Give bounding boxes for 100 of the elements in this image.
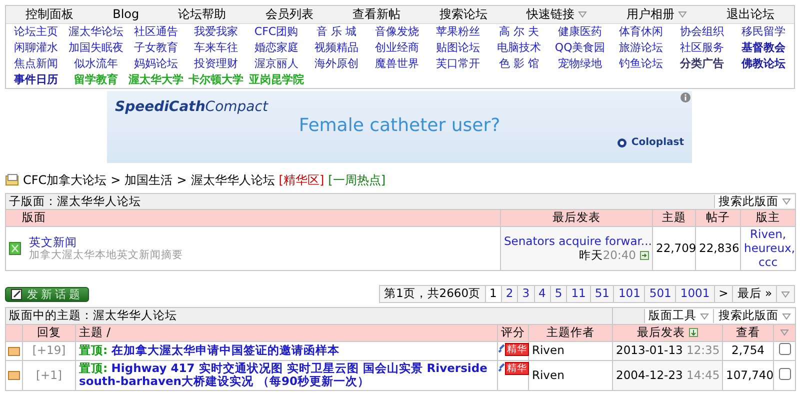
last-post-time: 2004-12-23 14:45 [616,368,720,382]
nav-link[interactable]: 社区通告 [134,24,178,40]
breadcrumb-separator: > [176,172,187,188]
nav-link[interactable]: 佛教论坛 [741,56,786,72]
tag-link[interactable]: [一周热点] [328,172,386,188]
column-header: 主题作者 [546,325,594,340]
nav-link[interactable]: 似水流年 [74,56,118,72]
forum-name[interactable]: 英文新闻 [29,236,183,250]
forum-description: 加拿大渥太华本地英文新闻摘要 [29,249,183,262]
new-topic-button[interactable]: 发新话题 [5,286,89,302]
column-header: 版主 [740,210,796,227]
column-header: 回复 [37,325,61,340]
column-header: 帖子 [696,210,741,227]
digest-tag: 精华 [505,342,529,356]
breadcrumb-link[interactable]: CFC加拿大论坛 [23,172,107,188]
nav-link[interactable]: QQ美食园 [554,40,606,56]
nav-link[interactable]: 协会组织 [680,24,724,40]
nav-link[interactable]: 渥太华论坛 [68,24,124,40]
nav-link[interactable]: 色 影 馆 [499,56,540,72]
sort-icon [689,328,698,338]
nav-link[interactable]: 加国失眠夜 [68,40,124,56]
folder-icon [5,174,19,186]
nav-link[interactable]: 投资理财 [194,56,238,72]
nav-link[interactable]: 论坛主页 [14,24,58,40]
dropdown-menu-link[interactable]: 快速链接 [526,7,588,22]
edit-icon [11,288,23,300]
post-count: 22,836 [696,226,741,271]
logo-icon [617,138,628,148]
go-to-post-icon [640,251,649,260]
column-header: 主题 [652,210,696,227]
nav-link[interactable]: 子女教育 [134,40,178,56]
last-post-link[interactable]: Senators acquire forwar... [504,234,649,249]
nav-link[interactable]: 车来车往 [194,40,238,56]
topic-author: Riven [528,341,612,360]
tag-link[interactable]: [精华区] [278,172,324,188]
menu-link[interactable]: 控制面板 [26,7,74,22]
nav-link[interactable]: 旅游论坛 [619,40,664,56]
nav-link[interactable]: 社区服务 [680,40,724,56]
column-header: 最后发表 [500,210,652,227]
column-header: 评分 [501,325,525,340]
nav-link[interactable]: 钓鱼论坛 [619,56,664,72]
nav-link[interactable]: 婚恋家庭 [254,40,298,56]
forum-icon [9,242,21,256]
last-post-time: 2013-01-13 12:35 [616,342,720,357]
nav-link[interactable]: 事件日历 [14,72,58,88]
reply-count: [+19] [22,341,76,360]
nav-link[interactable]: 移民留学 [741,24,786,40]
view-count: 107,740 [722,360,774,391]
nav-link[interactable]: 渥京丽人 [254,56,298,72]
view-count: 2,754 [722,341,774,360]
nav-link[interactable]: 芙口常开 [436,56,480,72]
caret-icon [782,198,792,205]
breadcrumb-link[interactable]: 加国生活 [124,172,173,188]
select-checkbox[interactable] [778,342,790,355]
nav-link[interactable]: 魔兽世界 [374,56,419,72]
column-header: 主题 / [79,325,111,340]
nav-link[interactable]: CFC团购 [254,24,298,40]
advertiser-name: Coloplast [631,136,684,149]
ad-brand-text: SpeediCathCompact [115,98,268,116]
caret-icon [781,290,790,298]
last-post-time: 昨天20:40 [578,248,636,263]
nav-link[interactable]: 基督教会 [741,40,786,56]
menu-link[interactable]: 搜索论坛 [439,7,488,22]
menu-link[interactable]: 会员列表 [265,7,314,22]
nav-link[interactable]: 闲聊灌水 [14,40,58,56]
menu-link[interactable]: 退出论坛 [726,7,774,22]
menu-link[interactable]: 论坛帮助 [178,7,226,22]
ad-banner[interactable]: SpeediCathCompact Female catheter user? Coloplast [107,90,692,162]
nav-link[interactable]: 音像发烧 [374,24,419,40]
nav-link[interactable]: 妈妈论坛 [134,56,178,72]
topic-count: 22,709 [652,226,696,271]
select-checkbox[interactable] [778,368,790,380]
digest-tag: 精华 [505,362,529,375]
nav-link[interactable]: 焦点新闻 [14,56,58,72]
nav-link[interactable]: 体育休闲 [619,24,664,40]
nav-link[interactable]: 高 尔 夫 [499,24,540,40]
menu-link[interactable]: 查看新帖 [352,7,400,22]
nav-link[interactable]: 视频精品 [314,40,358,56]
nav-link[interactable]: 宠物绿地 [558,56,602,72]
section-title: 版面中的主题：渥太华华人论坛 [9,308,177,322]
search-forum-menu[interactable]: 搜索此版面 [714,194,796,208]
breadcrumb-separator: > [110,172,121,188]
nav-link[interactable]: 苹果粉丝 [436,24,480,40]
nav-link[interactable]: 海外原创 [314,56,358,72]
reply-count: [+1] [22,360,76,391]
toolbar-menu[interactable]: 版面工具 [644,309,714,324]
menu-link[interactable]: Blog [112,7,140,22]
nav-link[interactable]: 我爱我家 [194,24,238,40]
nav-link[interactable]: 分类广告 [680,56,724,72]
nav-link[interactable]: 贴图论坛 [436,40,480,56]
toolbar-menu[interactable]: 搜索此版面 [713,309,796,324]
nav-link[interactable]: 音 乐 城 [316,24,356,40]
nav-link[interactable]: 创业经商 [374,40,419,56]
page-summary: 第1页，共2660页 [379,286,486,303]
column-header: 版面 [6,210,500,227]
breadcrumb-current: 渥太华华人论坛 [190,172,275,188]
caret-icon [700,312,710,320]
nav-link[interactable]: 健康医药 [558,24,602,40]
nav-link[interactable]: 电脑技术 [497,40,542,56]
dropdown-menu-link[interactable]: 用户相册 [626,7,688,22]
